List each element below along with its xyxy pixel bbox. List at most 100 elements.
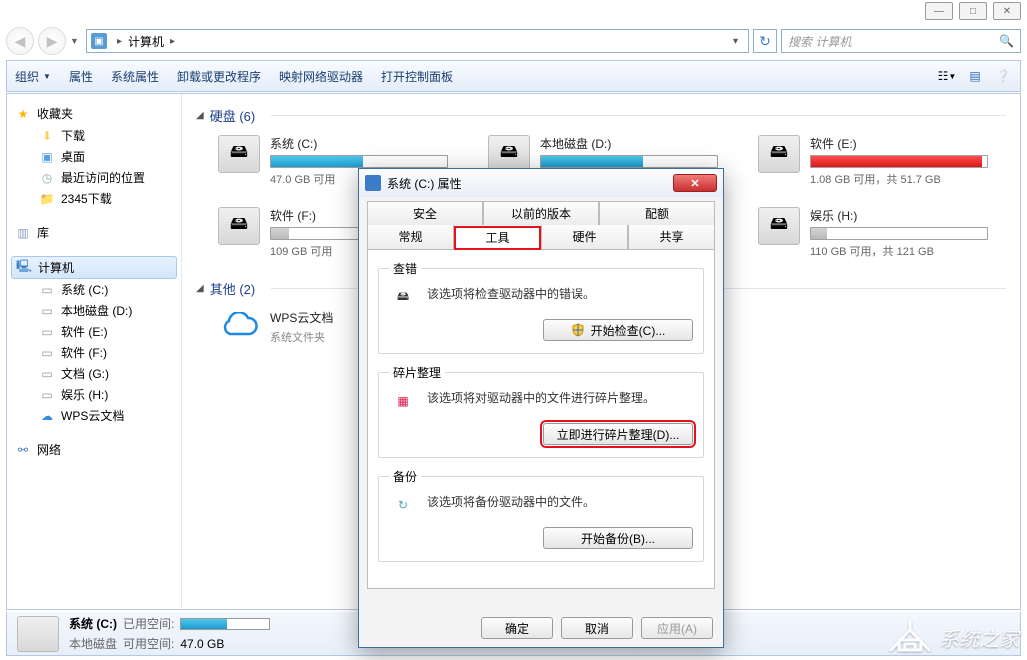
- sidebar-computer[interactable]: 🖳计算机: [11, 256, 177, 279]
- sidebar-item-drive-g[interactable]: ▭文档 (G:): [7, 363, 181, 384]
- drive-usage-bar: [810, 227, 988, 240]
- dialog-ok-button[interactable]: 确定: [481, 617, 553, 639]
- drive-name: 软件 (E:): [810, 135, 988, 152]
- desc-defrag: 该选项将对驱动器中的文件进行碎片整理。: [427, 389, 655, 413]
- sidebar-libraries[interactable]: ▥库: [7, 221, 181, 244]
- drive-icon: 🖴: [758, 207, 800, 245]
- sidebar-item-drive-e[interactable]: ▭软件 (E:): [7, 321, 181, 342]
- help-icon[interactable]: ❔: [994, 67, 1012, 85]
- legend-defrag: 碎片整理: [389, 364, 445, 381]
- drive-icon: ▭: [39, 282, 55, 298]
- sidebar-item-2345[interactable]: 📁2345下载: [7, 188, 181, 209]
- dialog-close-button[interactable]: ✕: [673, 174, 717, 192]
- disk-check-icon: 🖴: [389, 285, 417, 309]
- drive-item-e[interactable]: 🖴 软件 (E:) 1.08 GB 可用，共 51.7 GB: [758, 135, 988, 187]
- desc-error-check: 该选项将检查驱动器中的错误。: [427, 285, 595, 309]
- defrag-icon: ▦: [389, 389, 417, 413]
- desc-backup: 该选项将备份驱动器中的文件。: [427, 493, 595, 517]
- drive-icon: 🖴: [218, 135, 260, 173]
- tab-tools[interactable]: 工具: [454, 226, 541, 250]
- collapse-icon: ◢: [196, 283, 204, 294]
- minimize-button[interactable]: —: [925, 2, 953, 20]
- toolbar-control-panel[interactable]: 打开控制面板: [381, 68, 453, 85]
- toolbar-map-drive[interactable]: 映射网络驱动器: [279, 68, 363, 85]
- defrag-now-button[interactable]: 立即进行碎片整理(D)...: [543, 423, 693, 445]
- back-button[interactable]: ◀: [6, 27, 34, 55]
- drive-usage-bar: [270, 155, 448, 168]
- toolbar-uninstall[interactable]: 卸载或更改程序: [177, 68, 261, 85]
- dialog-titlebar[interactable]: 系统 (C:) 属性 ✕: [359, 169, 723, 197]
- address-dropdown[interactable]: ▾: [727, 36, 744, 47]
- sidebar-item-drive-d[interactable]: ▭本地磁盘 (D:): [7, 300, 181, 321]
- cloud-icon: ☁: [39, 408, 55, 424]
- sidebar-item-drive-c[interactable]: ▭系统 (C:): [7, 279, 181, 300]
- preview-pane-icon[interactable]: ▤: [966, 67, 984, 85]
- details-free-label: 可用空间:: [123, 635, 174, 652]
- shield-icon: [571, 323, 585, 337]
- sidebar-item-recent[interactable]: ◷最近访问的位置: [7, 167, 181, 188]
- sidebar-network[interactable]: ⚯网络: [7, 438, 181, 461]
- sidebar-item-wps[interactable]: ☁WPS云文档: [7, 405, 181, 426]
- legend-backup: 备份: [389, 468, 421, 485]
- close-button[interactable]: ✕: [993, 2, 1021, 20]
- check-now-button[interactable]: 开始检查(C)...: [543, 319, 693, 341]
- folder-icon: 📁: [39, 191, 55, 207]
- address-bar[interactable]: ▣ ▸ 计算机 ▸ ▾: [86, 29, 749, 53]
- item-name: WPS云文档: [270, 309, 333, 326]
- tab-quota[interactable]: 配额: [599, 201, 715, 225]
- dialog-cancel-button[interactable]: 取消: [561, 617, 633, 639]
- drive-usage-bar: [540, 155, 718, 168]
- watermark: 系统之家: [887, 620, 1019, 654]
- backup-now-button[interactable]: 开始备份(B)...: [543, 527, 693, 549]
- view-options-icon[interactable]: ☷▼: [938, 67, 956, 85]
- toolbar-properties[interactable]: 属性: [69, 68, 93, 85]
- dialog-title-text: 系统 (C:) 属性: [387, 175, 462, 192]
- fieldset-backup: 备份 ↻该选项将备份驱动器中的文件。 开始备份(B)...: [378, 468, 704, 562]
- drive-item-h[interactable]: 🖴 娱乐 (H:) 110 GB 可用，共 121 GB: [758, 207, 988, 259]
- fieldset-error-check: 查错 🖴 该选项将检查驱动器中的错误。 开始检查(C)...: [378, 260, 704, 354]
- forward-button[interactable]: ▶: [38, 27, 66, 55]
- drive-icon: ▭: [39, 345, 55, 361]
- fieldset-defrag: 碎片整理 ▦ 该选项将对驱动器中的文件进行碎片整理。 立即进行碎片整理(D)...: [378, 364, 704, 458]
- search-icon: 🔍: [999, 34, 1014, 48]
- drive-icon: [17, 616, 59, 652]
- recent-icon: ◷: [39, 170, 55, 186]
- group-header-drives[interactable]: ◢硬盘 (6): [196, 100, 1006, 131]
- sidebar-item-drive-f[interactable]: ▭软件 (F:): [7, 342, 181, 363]
- drive-stat: 1.08 GB 可用，共 51.7 GB: [810, 171, 988, 187]
- drive-icon: ▭: [39, 324, 55, 340]
- breadcrumb-computer[interactable]: 计算机: [126, 33, 166, 50]
- tab-general[interactable]: 常规: [367, 225, 454, 249]
- other-item-wps[interactable]: WPS云文档 系统文件夹: [218, 308, 333, 346]
- sidebar-item-drive-h[interactable]: ▭娱乐 (H:): [7, 384, 181, 405]
- drive-icon: ▭: [39, 366, 55, 382]
- details-usage-bar: [180, 618, 270, 630]
- drive-icon: 🖴: [218, 207, 260, 245]
- dialog-apply-button[interactable]: 应用(A): [641, 617, 713, 639]
- tab-hardware[interactable]: 硬件: [541, 225, 628, 249]
- tab-previous-versions[interactable]: 以前的版本: [483, 201, 599, 225]
- drive-name: 系统 (C:): [270, 135, 448, 152]
- search-placeholder: 搜索 计算机: [788, 33, 851, 50]
- watermark-logo-icon: [887, 620, 933, 654]
- sidebar-favorites[interactable]: ★收藏夹: [7, 102, 181, 125]
- drive-icon: [365, 175, 381, 191]
- drive-stat: 110 GB 可用，共 121 GB: [810, 243, 988, 259]
- drive-icon: ▭: [39, 387, 55, 403]
- toolbar-organize[interactable]: 组织▼: [15, 68, 51, 85]
- tab-sharing[interactable]: 共享: [628, 225, 715, 249]
- libraries-icon: ▥: [15, 225, 31, 241]
- search-input[interactable]: 搜索 计算机 🔍: [781, 29, 1021, 53]
- sidebar-item-downloads[interactable]: ⬇下载: [7, 125, 181, 146]
- sidebar-item-desktop[interactable]: ▣桌面: [7, 146, 181, 167]
- history-dropdown[interactable]: ▼: [70, 36, 82, 46]
- details-name: 系统 (C:): [69, 615, 117, 632]
- details-free-value: 47.0 GB: [180, 637, 224, 651]
- toolbar-system-properties[interactable]: 系统属性: [111, 68, 159, 85]
- tab-security[interactable]: 安全: [367, 201, 483, 225]
- refresh-button[interactable]: ↻: [753, 29, 777, 53]
- star-icon: ★: [15, 106, 31, 122]
- maximize-button[interactable]: □: [959, 2, 987, 20]
- chevron-right-icon[interactable]: ▸: [166, 36, 179, 47]
- legend-error-check: 查错: [389, 260, 421, 277]
